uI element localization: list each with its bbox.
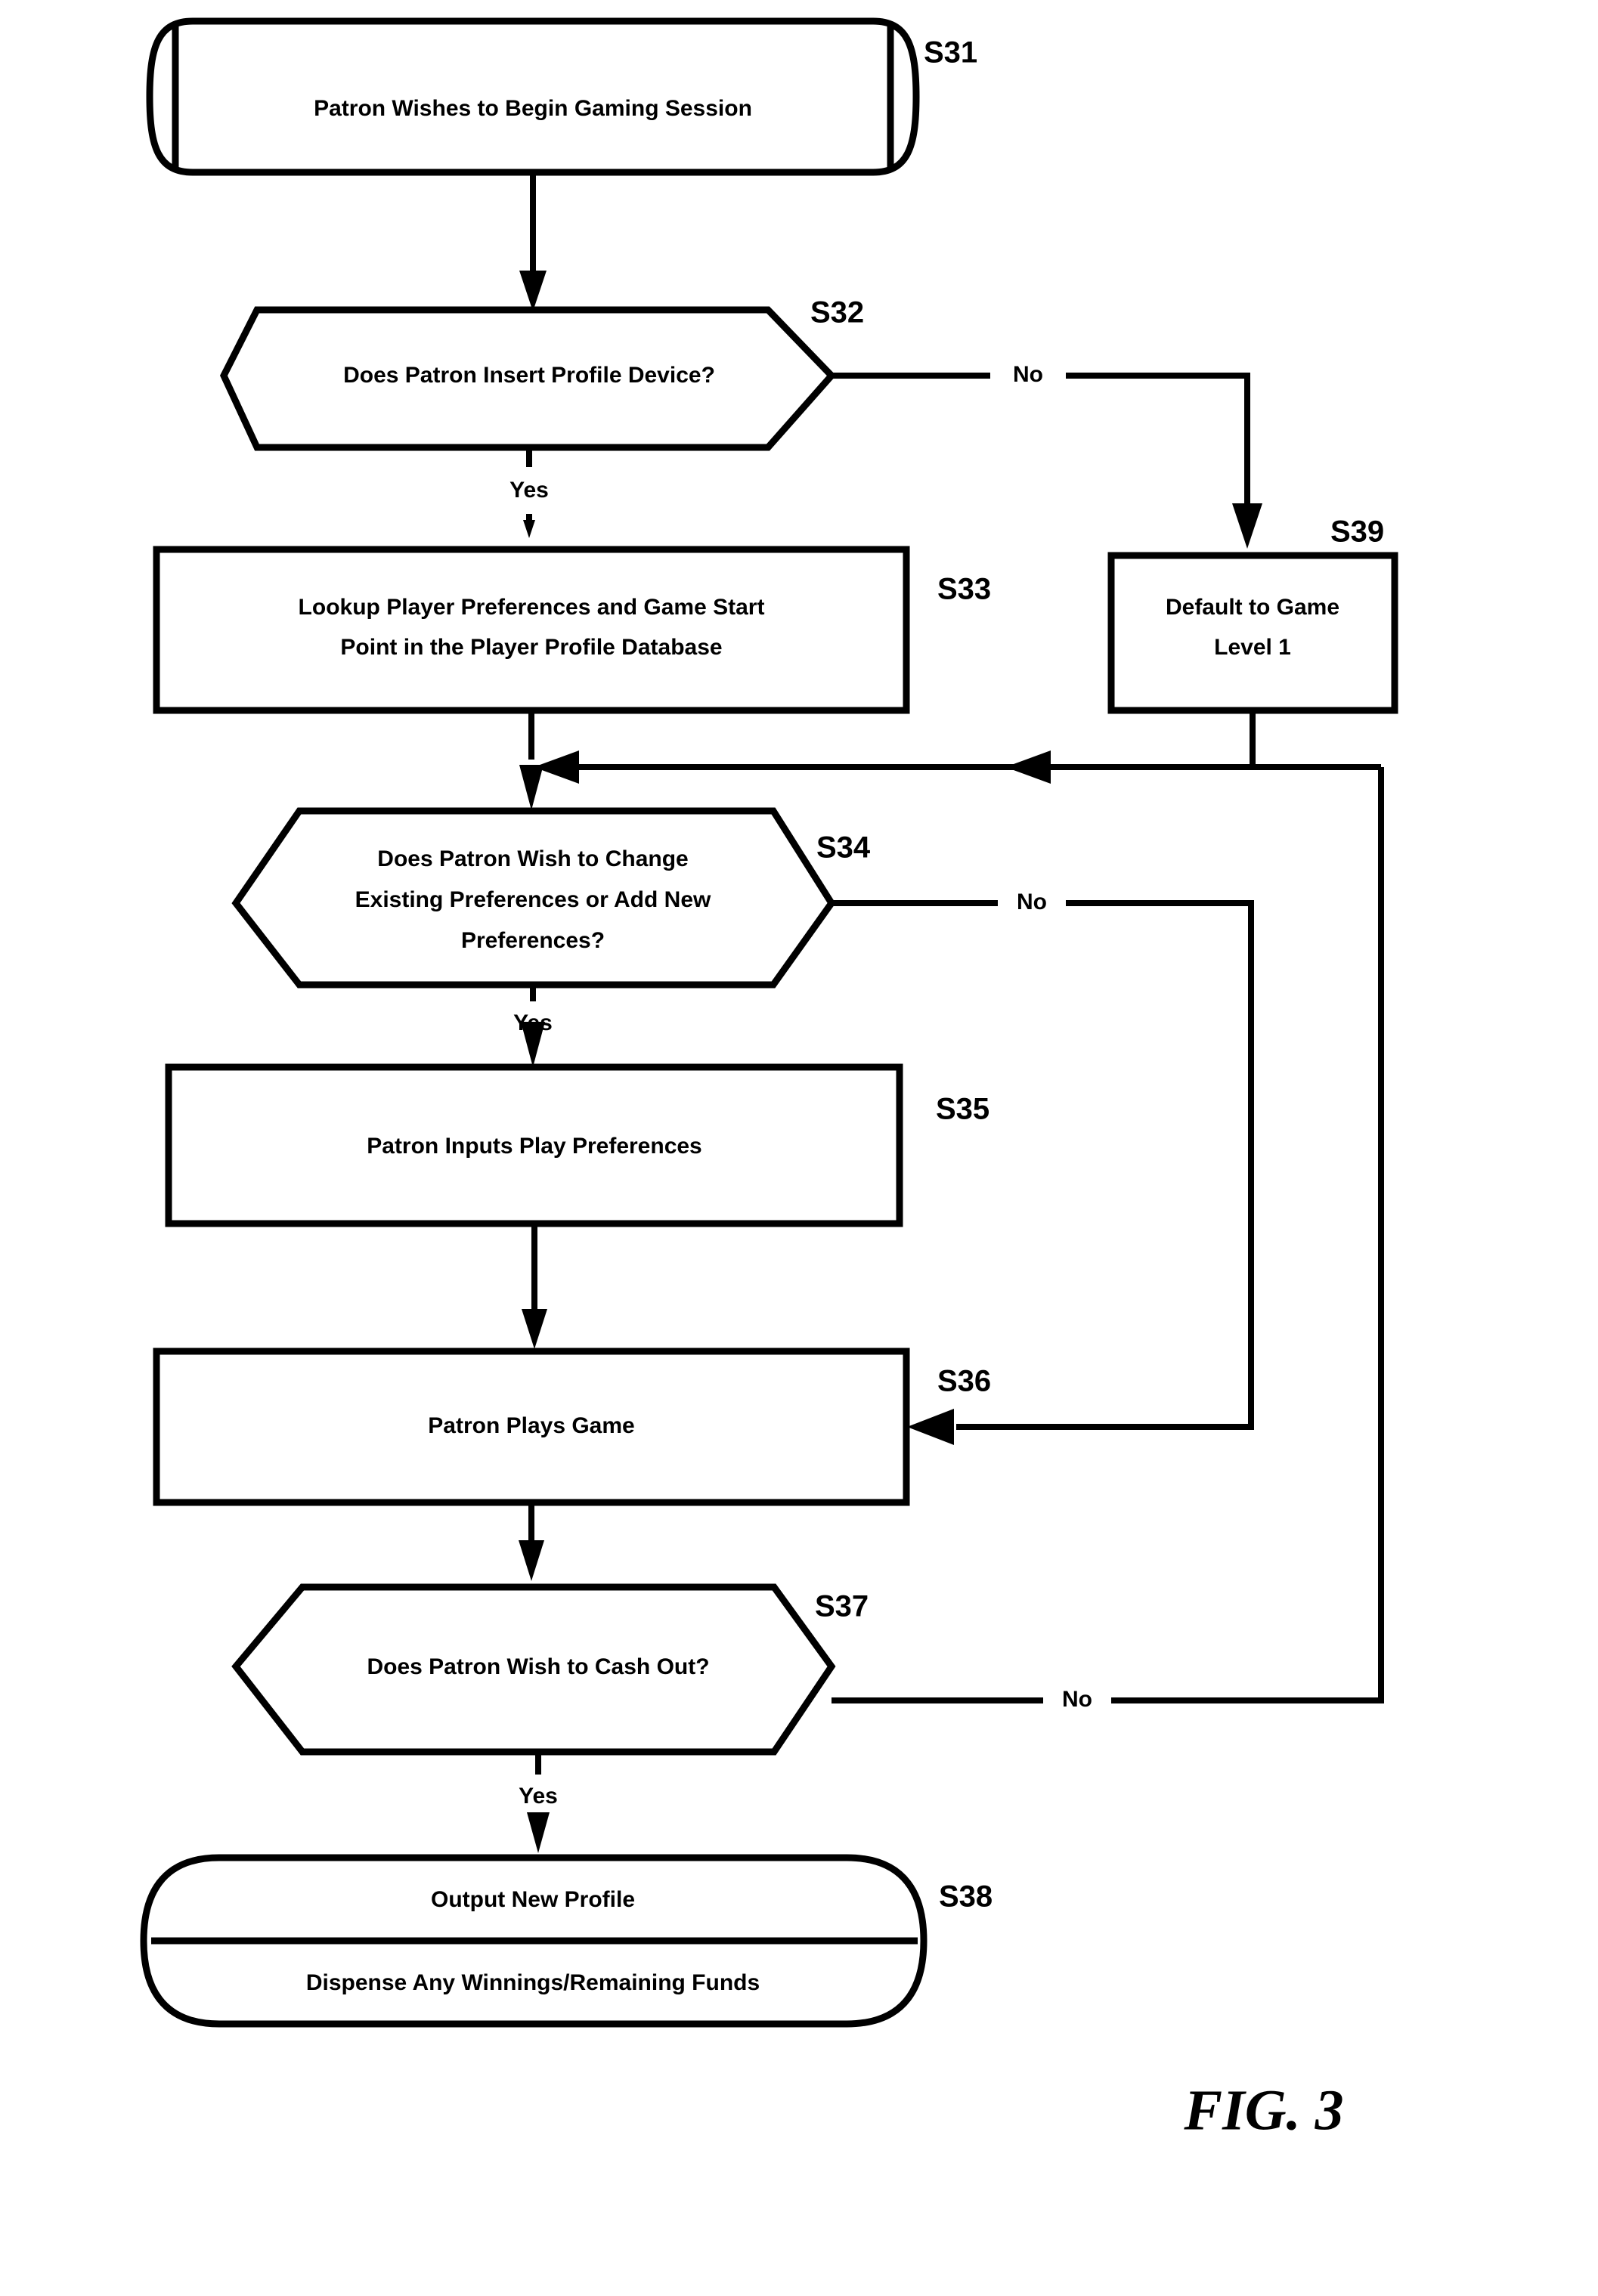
edge-s32-yes-label: Yes: [509, 478, 549, 503]
s33-label-line1: Lookup Player Preferences and Game Start: [299, 595, 765, 620]
edge-s37-yes-label: Yes: [519, 1784, 558, 1809]
edge-s34-no-arrowhead: [907, 1409, 954, 1445]
edge-s37-no-label: No: [1062, 1687, 1092, 1712]
node-s38: Output New Profile Dispense Any Winnings…: [140, 1854, 928, 2028]
edge-s31-s32-arrowhead: [519, 271, 547, 311]
s35-label: Patron Inputs Play Preferences: [367, 1134, 702, 1159]
edge-s34-yes: Yes: [513, 985, 553, 1067]
s38-step-id: S38: [939, 1880, 993, 1914]
s37-step-id: S37: [815, 1590, 869, 1623]
s36-label: Patron Plays Game: [428, 1413, 634, 1438]
s34-label-line3: Preferences?: [461, 928, 605, 953]
edge-s32-no-seg-b: [1066, 373, 1250, 521]
edge-s37-no: No: [832, 767, 1384, 1712]
edge-s34-no-seg-b: [956, 900, 1254, 1430]
node-s36: Patron Plays Game: [153, 1348, 910, 1506]
node-s37: Does Patron Wish to Cash Out?: [231, 1583, 836, 1756]
edge-s37-yes-arrowhead: [527, 1812, 550, 1853]
edge-s32-no-label: No: [1013, 362, 1043, 387]
node-s39: Default to Game Level 1: [1107, 552, 1398, 714]
node-s32: Does Patron Insert Profile Device?: [220, 306, 837, 451]
node-s34: Does Patron Wish to Change Existing Pref…: [231, 807, 836, 989]
s33-step-id: S33: [937, 573, 991, 606]
s38-label-line2: Dispense Any Winnings/Remaining Funds: [306, 1970, 760, 1995]
edge-s36-s37-arrowhead: [519, 1540, 544, 1581]
s33-label-line2: Point in the Player Profile Database: [340, 635, 722, 660]
s38-label-line1: Output New Profile: [431, 1887, 635, 1912]
edge-merge-s34-arrowhead: [519, 765, 544, 810]
s33-outline: [153, 546, 910, 714]
edge-s32-no-arrowhead: [1232, 503, 1262, 549]
edge-s37-no-seg-b: [1111, 767, 1384, 1703]
s34-label-line2: Existing Preferences or Add New: [355, 887, 711, 912]
node-s33: Lookup Player Preferences and Game Start…: [153, 546, 910, 714]
figure-container: Patron Wishes to Begin Gaming Session S3…: [0, 0, 1598, 2296]
node-s31: Patron Wishes to Begin Gaming Session: [146, 17, 920, 176]
edge-s32-no: No: [832, 362, 1262, 549]
s39-step-id: S39: [1330, 515, 1384, 549]
s37-label: Does Patron Wish to Cash Out?: [367, 1654, 709, 1679]
s31-label: Patron Wishes to Begin Gaming Session: [314, 96, 752, 121]
edge-s32-yes: Yes: [509, 447, 549, 538]
s35-step-id: S35: [936, 1093, 989, 1126]
edge-s31-to-s32: [519, 172, 547, 311]
s39-outline: [1107, 552, 1398, 714]
s32-step-id: S32: [810, 296, 864, 330]
edge-s37-yes: Yes: [519, 1752, 558, 1853]
flowchart-svg: Patron Wishes to Begin Gaming Session S3…: [140, 17, 1398, 2142]
s34-step-id: S34: [816, 831, 871, 865]
edge-merge-to-s34: [519, 765, 544, 810]
figure-caption: FIG. 3: [1183, 2078, 1343, 2142]
edge-s32-yes-arrowhead: [523, 520, 535, 538]
edge-s35-to-s36: [522, 1224, 547, 1349]
s31-step-id: S31: [924, 36, 977, 70]
edge-s39-to-merge: [534, 710, 1381, 784]
s34-label-line1: Does Patron Wish to Change: [377, 846, 688, 871]
edge-s34-yes-label: Yes: [513, 1010, 553, 1035]
s32-label: Does Patron Insert Profile Device?: [343, 363, 715, 388]
edge-merge-bus-arrowhead-mid: [1005, 750, 1051, 784]
edge-s35-s36-arrowhead: [522, 1309, 547, 1349]
edge-s36-to-s37: [519, 1502, 544, 1581]
node-s35: Patron Inputs Play Preferences: [165, 1063, 903, 1227]
s36-step-id: S36: [937, 1365, 991, 1398]
s39-label-line2: Level 1: [1214, 635, 1291, 660]
s39-label-line1: Default to Game: [1166, 595, 1339, 620]
edge-s34-no-label: No: [1017, 890, 1047, 914]
